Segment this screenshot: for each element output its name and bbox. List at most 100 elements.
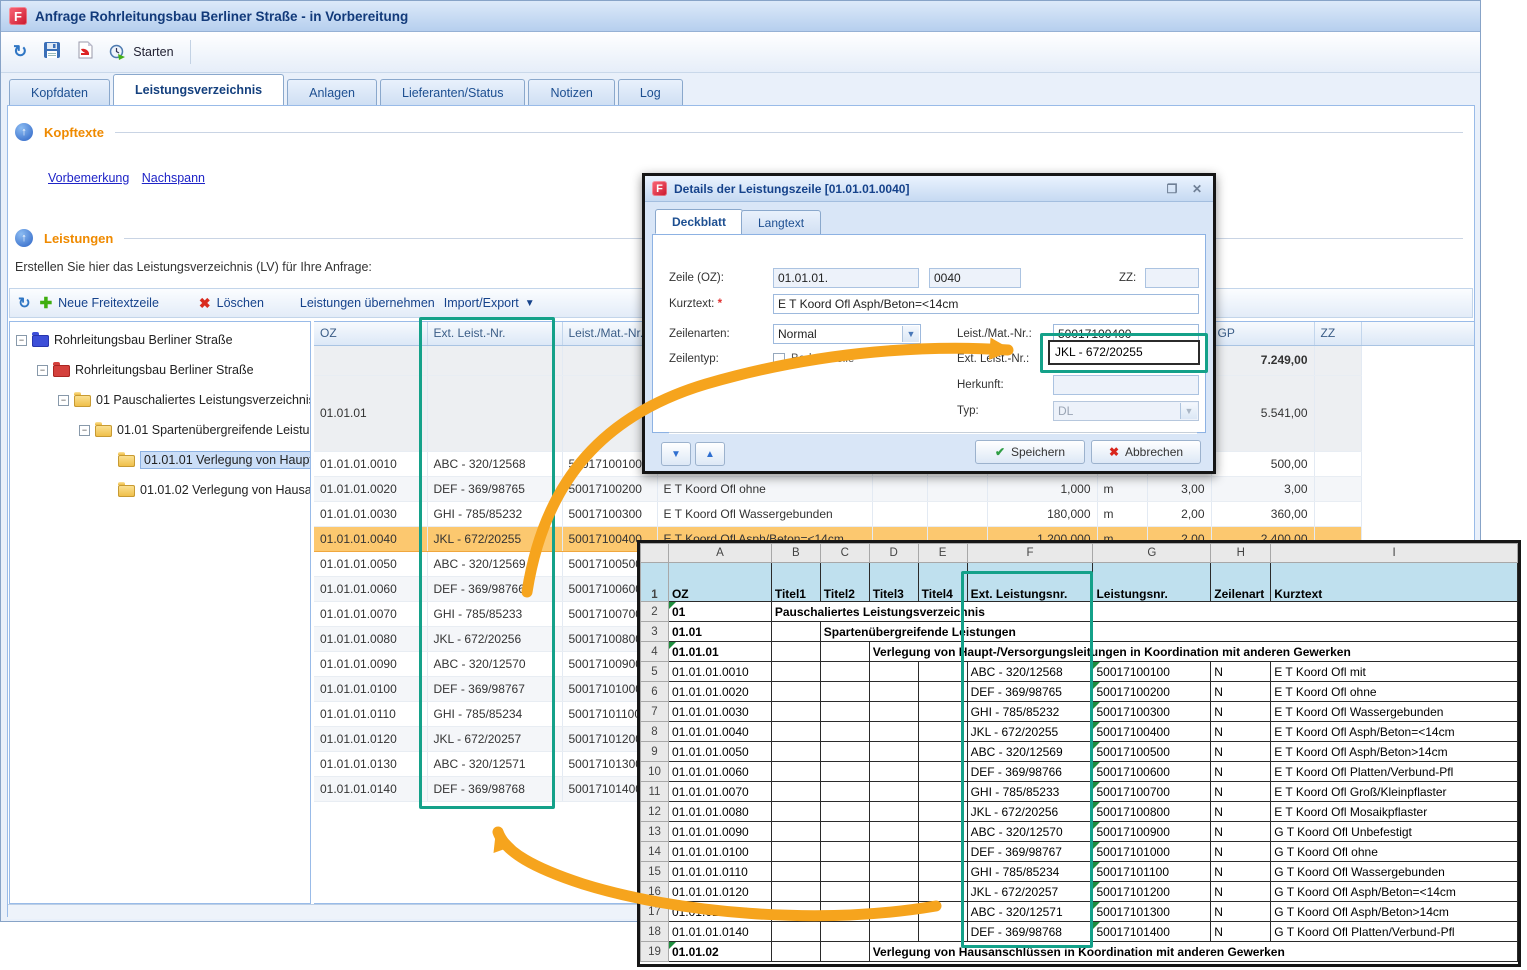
sheet-cell-a[interactable]: 01.01.01.0020: [668, 682, 771, 702]
grid-cell-oz[interactable]: 01.01.01.0100: [314, 676, 427, 701]
tab-anlagen[interactable]: Anlagen: [287, 79, 377, 105]
sheet-cell-h[interactable]: N: [1211, 682, 1271, 702]
sheet-cell-h[interactable]: N: [1211, 702, 1271, 722]
sheet-cell-titel[interactable]: [820, 742, 869, 762]
grid-cell-me[interactable]: m: [1097, 501, 1147, 526]
sheet-corner[interactable]: [641, 544, 669, 563]
sheet-cell-a[interactable]: 01.01.01.0140: [668, 922, 771, 942]
tree-item-4[interactable]: 01.01.01 Verlegung von Haupt-/Versorgung…: [100, 449, 311, 471]
sheet-cell-titel[interactable]: [869, 762, 918, 782]
sheet-cell-a[interactable]: 01.01.01.0130: [668, 902, 771, 922]
sheet-cell-titel[interactable]: [918, 922, 967, 942]
sheet-cell-i[interactable]: E T Koord Ofl Platten/Verbund-Pfl: [1271, 762, 1518, 782]
grid-cell-ep[interactable]: 2,00: [1147, 501, 1211, 526]
sheet-cell-titel[interactable]: [869, 802, 918, 822]
sheet-cell-titel[interactable]: [869, 682, 918, 702]
sheet-cell-i[interactable]: E T Koord Ofl ohne: [1271, 682, 1518, 702]
sheet-cell-titel[interactable]: [918, 662, 967, 682]
sheet-row-19[interactable]: 1901.01.02Verlegung von Hausanschlüssen …: [641, 942, 1518, 962]
tree-item-0[interactable]: −Rohrleitungsbau Berliner Straße: [16, 329, 233, 351]
sheet-cell-g[interactable]: 50017101000: [1093, 842, 1211, 862]
sheet-row-7[interactable]: 701.01.01.0030GHI - 785/8523250017100300…: [641, 702, 1518, 722]
sheet-cell-h[interactable]: N: [1211, 822, 1271, 842]
sheet-cell-span[interactable]: Verlegung von Hausanschlüssen in Koordin…: [869, 942, 1517, 962]
grid-cell-ext[interactable]: [427, 345, 562, 375]
grid-cell-oz[interactable]: 01.01.01.0040: [314, 526, 427, 551]
sheet-cell-titel[interactable]: [820, 702, 869, 722]
sheet-cell-g[interactable]: 50017101400: [1093, 922, 1211, 942]
grid-cell-oz[interactable]: 01.01.01.0050: [314, 551, 427, 576]
bedarfszeile-checkbox[interactable]: [773, 353, 785, 365]
grid-cell-kurz[interactable]: E T Koord Ofl Wassergebunden: [657, 501, 872, 526]
sheet-cell-i[interactable]: G T Koord Ofl Unbefestigt: [1271, 822, 1518, 842]
sheet-cell-a[interactable]: 01.01.02: [668, 942, 771, 962]
chevron-down-icon[interactable]: ▼: [902, 326, 919, 342]
sheet-row-number[interactable]: 9: [641, 742, 669, 762]
speichern-button[interactable]: ✔ Speichern: [975, 440, 1085, 464]
sheet-cell-titel[interactable]: [771, 662, 820, 682]
sheet-cell-a[interactable]: 01.01.01.0010: [668, 662, 771, 682]
sheet-row-12[interactable]: 1201.01.01.0080JKL - 672/202565001710080…: [641, 802, 1518, 822]
grid-cell-ext[interactable]: GHI - 785/85234: [427, 701, 562, 726]
sheet-cell-titel[interactable]: [820, 902, 869, 922]
sheet-cell-empty[interactable]: [820, 942, 869, 962]
sheet-cell-f[interactable]: DEF - 369/98766: [967, 762, 1093, 782]
collapse-up-icon[interactable]: ↑: [15, 123, 33, 141]
dialog-tab-langtext[interactable]: Langtext: [741, 210, 821, 235]
sheet-row-14[interactable]: 1401.01.01.0100DEF - 369/987675001710100…: [641, 842, 1518, 862]
sheet-cell-g[interactable]: 50017100600: [1093, 762, 1211, 782]
sheet-cell-titel[interactable]: [771, 762, 820, 782]
tree-item-1[interactable]: −Rohrleitungsbau Berliner Straße: [37, 359, 254, 381]
grid-col-header-Ext. Leist.-Nr.[interactable]: Ext. Leist.-Nr.: [427, 322, 562, 345]
sheet-header-cell[interactable]: Ext. Leistungsnr.: [967, 563, 1093, 602]
grid-cell-oz[interactable]: 01.01.01.0060: [314, 576, 427, 601]
grid-cell-oz[interactable]: 01.01.01.0110: [314, 701, 427, 726]
grid-cell-ep[interactable]: 3,00: [1147, 476, 1211, 501]
sheet-row-number[interactable]: 7: [641, 702, 669, 722]
grid-cell-oz[interactable]: 01.01.01.0010: [314, 451, 427, 476]
tab-kopfdaten[interactable]: Kopfdaten: [9, 79, 110, 105]
sheet-row-number[interactable]: 1: [641, 563, 669, 602]
grid-cell-nr[interactable]: 50017100300: [562, 501, 657, 526]
sheet-col-C[interactable]: C: [820, 544, 869, 563]
sheet-row-2[interactable]: 201Pauschaliertes Leistungsverzeichnis: [641, 602, 1518, 622]
grid-cell-oz[interactable]: 01.01.01.0120: [314, 726, 427, 751]
grid-cell-nr[interactable]: 50017100200: [562, 476, 657, 501]
sheet-cell-titel[interactable]: [869, 722, 918, 742]
sheet-cell-titel[interactable]: [918, 702, 967, 722]
sheet-cell-a[interactable]: 01.01.01.0100: [668, 842, 771, 862]
sheet-row-number[interactable]: 18: [641, 922, 669, 942]
sheet-cell-i[interactable]: E T Koord Ofl Wassergebunden: [1271, 702, 1518, 722]
sheet-cell-a[interactable]: 01.01.01: [668, 642, 771, 662]
sheet-cell-h[interactable]: N: [1211, 882, 1271, 902]
sheet-row-17[interactable]: 1701.01.01.0130ABC - 320/125715001710130…: [641, 902, 1518, 922]
sheet-cell-titel[interactable]: [869, 902, 918, 922]
sheet-cell-f[interactable]: ABC - 320/12569: [967, 742, 1093, 762]
leistungen-uebernehmen-button[interactable]: Leistungen übernehmen: [300, 296, 435, 310]
sheet-cell-titel[interactable]: [918, 682, 967, 702]
sheet-cell-titel[interactable]: [869, 842, 918, 862]
loeschen-button[interactable]: ✖ Löschen: [199, 295, 264, 312]
link-vorbemerkung[interactable]: Vorbemerkung: [48, 171, 129, 185]
sheet-cell-g[interactable]: 50017100300: [1093, 702, 1211, 722]
sheet-cell-titel[interactable]: [869, 702, 918, 722]
grid-cell-zz[interactable]: [1314, 375, 1361, 451]
expander-minus-icon[interactable]: −: [37, 365, 48, 376]
grid-cell-c6[interactable]: [927, 501, 987, 526]
sheet-cell-titel[interactable]: [771, 702, 820, 722]
sheet-cell-a[interactable]: 01.01.01.0030: [668, 702, 771, 722]
sheet-col-B[interactable]: B: [771, 544, 820, 563]
sheet-row-15[interactable]: 1501.01.01.0110GHI - 785/852345001710110…: [641, 862, 1518, 882]
sheet-row-number[interactable]: 3: [641, 622, 669, 642]
grid-cell-gp[interactable]: 3,00: [1211, 476, 1314, 501]
grid-cell-ext[interactable]: JKL - 672/20256: [427, 626, 562, 651]
refresh-icon[interactable]: ↻: [13, 42, 27, 62]
sheet-cell-i[interactable]: G T Koord Ofl ohne: [1271, 842, 1518, 862]
sheet-cell-titel[interactable]: [918, 842, 967, 862]
grid-cell-oz[interactable]: 01.01.01.0130: [314, 751, 427, 776]
sheet-cell-empty[interactable]: [771, 642, 820, 662]
grid-cell-oz[interactable]: 01.01.01.0020: [314, 476, 427, 501]
grid-cell-ext[interactable]: ABC - 320/12568: [427, 451, 562, 476]
sheet-row-number[interactable]: 13: [641, 822, 669, 842]
dropdown-zeilenarten[interactable]: Normal ▼: [773, 324, 921, 344]
